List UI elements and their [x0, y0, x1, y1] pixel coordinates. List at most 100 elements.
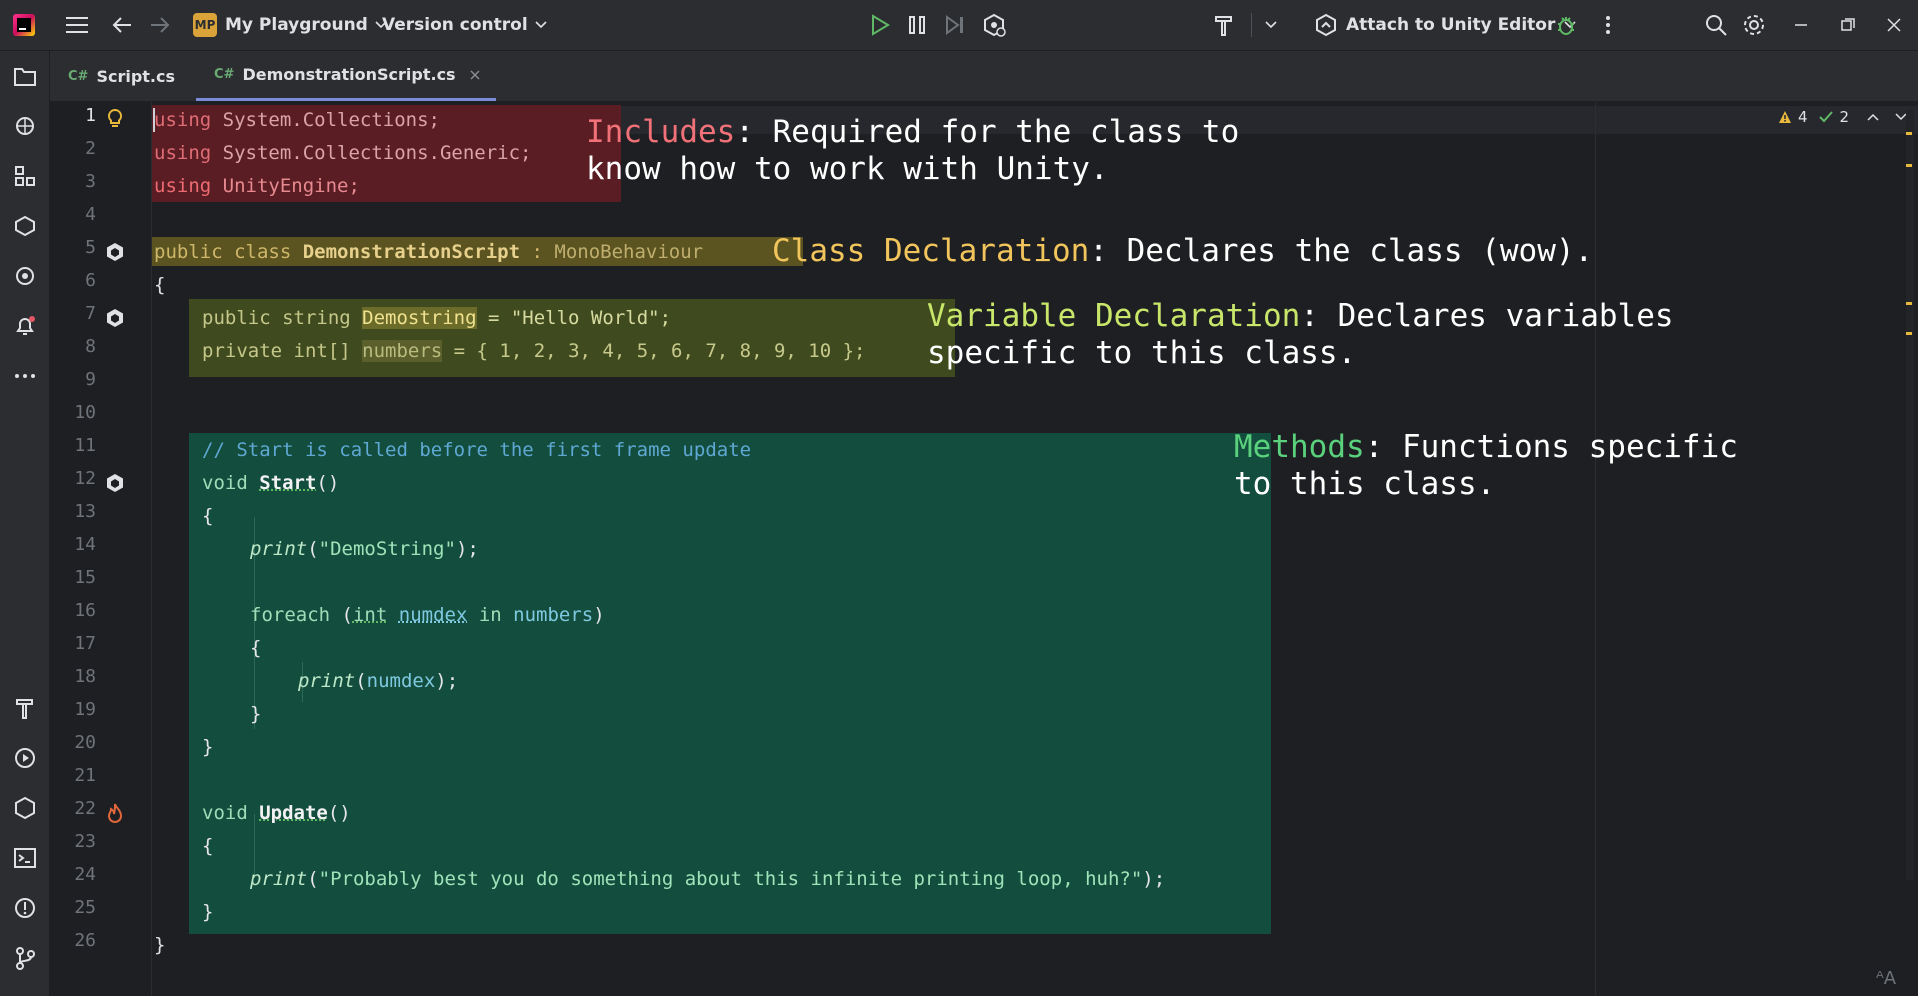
- warning-marker: [1906, 132, 1912, 135]
- chevron-up-icon[interactable]: [1867, 113, 1879, 121]
- build-options-chevron-icon[interactable]: [1264, 0, 1278, 50]
- line-number[interactable]: 21: [48, 765, 96, 786]
- code-line-16: foreach (int numdex in numbers): [250, 604, 605, 626]
- tab-label: DemonstrationScript.cs: [242, 65, 456, 84]
- line-number[interactable]: 3: [48, 171, 96, 192]
- debug-bug-icon[interactable]: [1555, 0, 1577, 50]
- ok-count: 2: [1839, 108, 1850, 126]
- code-line-19: }: [250, 703, 262, 725]
- line-number[interactable]: 12: [48, 468, 96, 489]
- code-line-23: {: [202, 835, 214, 857]
- line-number[interactable]: 26: [48, 930, 96, 951]
- unity-hierarchy-icon[interactable]: [12, 263, 38, 289]
- code-line-7: public string Demostring = "Hello World"…: [202, 307, 672, 329]
- search-icon[interactable]: [1704, 0, 1728, 50]
- line-number[interactable]: 8: [48, 336, 96, 357]
- line-number[interactable]: 19: [48, 699, 96, 720]
- line-number[interactable]: 23: [48, 831, 96, 852]
- build-hammer-icon[interactable]: [12, 695, 38, 721]
- right-margin-guide: [1595, 102, 1596, 996]
- project-selector[interactable]: MP My Playground: [193, 0, 388, 50]
- terminal-icon[interactable]: [12, 845, 38, 871]
- tab-script-cs[interactable]: C# Script.cs: [68, 51, 175, 101]
- line-number[interactable]: 11: [48, 435, 96, 456]
- tab-demonstrationscript-cs[interactable]: C# DemonstrationScript.cs: [196, 51, 496, 101]
- unity-field-icon[interactable]: [104, 307, 126, 329]
- scrollbar-track: [1906, 110, 1914, 880]
- line-number[interactable]: 9: [48, 369, 96, 390]
- line-number[interactable]: 14: [48, 534, 96, 555]
- line-number[interactable]: 10: [48, 402, 96, 423]
- line-number[interactable]: 13: [48, 501, 96, 522]
- tool-window-strip: [0, 51, 50, 996]
- vcs-label: Version control: [382, 15, 528, 35]
- warning-count: 4: [1798, 108, 1808, 126]
- line-number[interactable]: 17: [48, 633, 96, 654]
- code-line-20: }: [202, 736, 214, 758]
- main-menu-icon[interactable]: [66, 0, 88, 50]
- line-number[interactable]: 25: [48, 897, 96, 918]
- line-number[interactable]: 22: [48, 798, 96, 819]
- minimize-icon[interactable]: [1794, 0, 1808, 50]
- back-arrow-icon[interactable]: [112, 0, 132, 50]
- code-line-3: using UnityEngine;: [154, 175, 360, 197]
- unity-assets-icon[interactable]: [12, 213, 38, 239]
- line-number[interactable]: 18: [48, 666, 96, 687]
- run-icon[interactable]: [868, 0, 890, 50]
- warning-marker: [1906, 164, 1912, 167]
- class-declaration-annotation: Class Declaration: Declares the class (w…: [772, 233, 1594, 269]
- more-tools-icon[interactable]: [12, 363, 38, 389]
- pause-icon[interactable]: [907, 0, 927, 50]
- code-line-6: {: [154, 274, 166, 296]
- line-number[interactable]: 6: [48, 270, 96, 291]
- line-number[interactable]: 7: [48, 303, 96, 324]
- line-number[interactable]: 1: [48, 105, 96, 126]
- run-tool-icon[interactable]: [12, 745, 38, 771]
- version-control-menu[interactable]: Version control: [382, 0, 548, 50]
- editor-scrollbar[interactable]: [1906, 110, 1914, 880]
- code-editor[interactable]: using System.Collections; using System.C…: [50, 102, 1918, 996]
- line-number[interactable]: 24: [48, 864, 96, 885]
- performance-hot-path-icon[interactable]: [104, 802, 126, 824]
- problems-icon[interactable]: [12, 895, 38, 921]
- folder-icon[interactable]: [12, 63, 38, 89]
- unity-attach-icon: [1316, 13, 1336, 37]
- code-line-8: private int[] numbers = { 1, 2, 3, 4, 5,…: [202, 340, 866, 362]
- unity-debug-icon[interactable]: [982, 0, 1006, 50]
- line-number[interactable]: 15: [48, 567, 96, 588]
- code-line-1: using System.Collections;: [154, 109, 440, 131]
- run-configuration-selector[interactable]: Attach to Unity Editor: [1314, 0, 1577, 50]
- notifications-bell-icon[interactable]: [12, 313, 38, 339]
- code-line-24: print("Probably best you do something ab…: [250, 868, 1166, 890]
- step-icon[interactable]: [944, 0, 966, 50]
- line-number[interactable]: 5: [48, 237, 96, 258]
- code-line-22: void Update(): [202, 802, 351, 824]
- divider: [1251, 0, 1252, 50]
- more-actions-icon[interactable]: [1605, 0, 1611, 50]
- code-line-5: public class DemonstrationScript : MonoB…: [154, 241, 704, 263]
- close-tab-icon[interactable]: [470, 70, 480, 80]
- unity-event-icon[interactable]: [104, 472, 126, 494]
- code-line-13: {: [202, 505, 214, 527]
- line-number[interactable]: 20: [48, 732, 96, 753]
- font-size-icon[interactable]: ᴬA: [1876, 968, 1896, 989]
- includes-annotation: Includes: Required for the class to know…: [586, 114, 1240, 187]
- hammer-build-icon[interactable]: [1213, 0, 1237, 50]
- settings-gear-icon[interactable]: [1742, 0, 1766, 50]
- lightbulb-icon[interactable]: [104, 108, 126, 130]
- app-logo-icon[interactable]: [12, 0, 36, 50]
- line-number[interactable]: 16: [48, 600, 96, 621]
- unity-class-icon[interactable]: [104, 241, 126, 263]
- close-window-icon[interactable]: [1887, 0, 1901, 50]
- code-line-11: // Start is called before the first fram…: [202, 439, 752, 461]
- structure-icon[interactable]: [12, 163, 38, 189]
- unity-explorer-icon[interactable]: [12, 113, 38, 139]
- unity-log-icon[interactable]: [12, 795, 38, 821]
- inspection-widget[interactable]: 4 2: [1778, 108, 1907, 126]
- forward-arrow-icon[interactable]: [150, 0, 170, 50]
- git-branch-icon[interactable]: [12, 945, 38, 971]
- line-number[interactable]: 2: [48, 138, 96, 159]
- code-line-14: print("DemoString");: [250, 538, 479, 560]
- line-number[interactable]: 4: [48, 204, 96, 225]
- restore-icon[interactable]: [1841, 0, 1855, 50]
